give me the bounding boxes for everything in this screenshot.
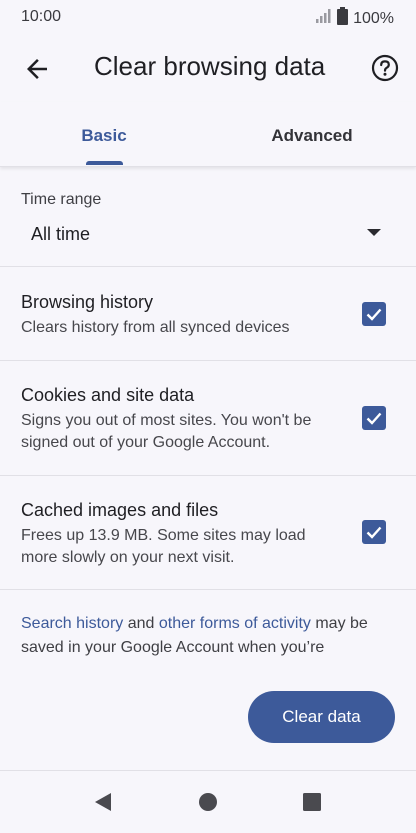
dropdown-arrow-icon — [367, 224, 381, 242]
nav-home-icon — [199, 793, 217, 811]
option-cached-images[interactable]: Cached images and files Frees up 13.9 MB… — [0, 476, 416, 589]
battery-level: 100% — [353, 9, 394, 27]
clear-data-button[interactable]: Clear data — [248, 691, 395, 743]
help-icon — [371, 54, 399, 82]
cookies-checkbox[interactable] — [362, 406, 386, 430]
option-cookies[interactable]: Cookies and site data Signs you out of m… — [0, 361, 416, 475]
option-browsing-history[interactable]: Browsing history Clears history from all… — [0, 267, 416, 360]
other-activity-link[interactable]: other forms of activity — [159, 615, 311, 632]
option-description: Frees up 13.9 MB. Some sites may load mo… — [21, 527, 306, 566]
nav-home-button[interactable] — [196, 790, 220, 814]
tab-bar: Basic Advanced — [0, 102, 416, 167]
nav-recents-button[interactable] — [300, 790, 324, 814]
time-range-value: All time — [31, 224, 91, 244]
account-activity-note: Search history and other forms of activi… — [21, 612, 391, 660]
back-button[interactable] — [22, 54, 52, 84]
option-description: Signs you out of most sites. You won't b… — [21, 412, 312, 451]
option-description: Clears history from all synced devices — [21, 319, 290, 336]
search-history-link[interactable]: Search history — [21, 615, 123, 632]
option-title: Cached images and files — [21, 500, 219, 520]
tab-advanced[interactable]: Advanced — [208, 102, 416, 166]
check-icon — [366, 526, 382, 539]
nav-back-icon — [95, 793, 111, 811]
footer-text: and — [123, 615, 159, 632]
browsing-history-checkbox[interactable] — [362, 302, 386, 326]
option-title: Browsing history — [21, 292, 154, 312]
navigation-bar — [0, 770, 416, 833]
page-title: Clear browsing data — [94, 51, 326, 81]
status-bar: 10:00 100% — [0, 0, 416, 34]
check-icon — [366, 308, 382, 321]
status-time: 10:00 — [21, 8, 62, 25]
time-range-dropdown[interactable]: All time — [0, 212, 416, 256]
tab-basic[interactable]: Basic — [0, 102, 208, 166]
help-button[interactable] — [370, 53, 400, 83]
tab-indicator — [86, 161, 123, 165]
check-icon — [366, 412, 382, 425]
nav-back-button[interactable] — [92, 790, 116, 814]
app-bar: Clear browsing data — [0, 34, 416, 102]
battery-icon — [337, 7, 349, 30]
nav-recents-icon — [303, 793, 321, 811]
divider — [0, 589, 416, 590]
option-title: Cookies and site data — [21, 385, 195, 405]
status-icons: 100% — [316, 7, 394, 30]
signal-icon — [316, 9, 332, 28]
arrow-back-icon — [27, 59, 47, 79]
time-range-label: Time range — [21, 191, 102, 208]
cached-images-checkbox[interactable] — [362, 520, 386, 544]
